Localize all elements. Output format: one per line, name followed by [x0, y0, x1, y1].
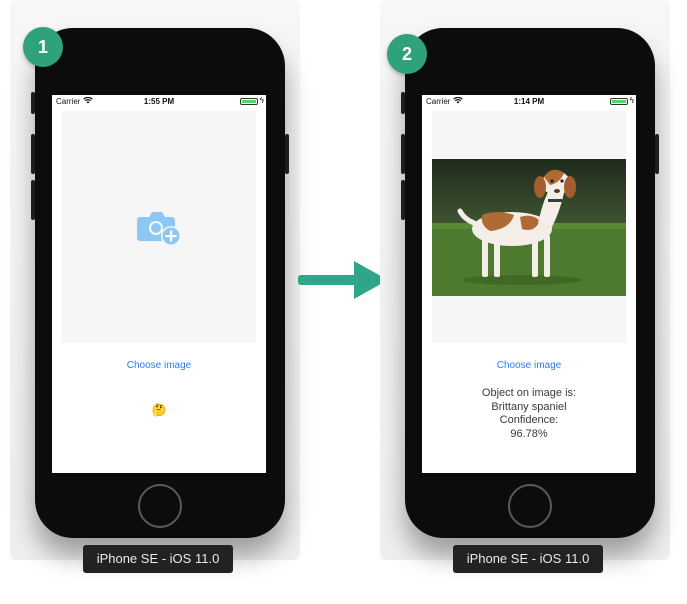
screen: Carrier 1:55 PM ϟ Choose image 🤔	[52, 95, 266, 473]
result-line: Object on image is:	[481, 387, 577, 399]
step-badge: 2	[387, 34, 427, 74]
screen: Carrier 1:14 PM ϟ Choose image Object on…	[422, 95, 636, 473]
home-button[interactable]	[138, 484, 182, 528]
charging-icon: ϟ	[629, 96, 634, 105]
volume-up-button	[31, 134, 35, 174]
result-line: Brittany spaniel	[491, 400, 567, 413]
status-bar: Carrier 1:14 PM ϟ	[422, 95, 636, 109]
choose-image-button[interactable]: Choose image	[52, 360, 266, 371]
charging-icon: ϟ	[259, 96, 264, 105]
image-placeholder[interactable]	[62, 111, 256, 343]
power-button	[285, 134, 289, 174]
device-label: iPhone SE - iOS 11.0	[453, 545, 603, 573]
dog-photo	[432, 159, 626, 296]
volume-up-button	[401, 134, 405, 174]
image-area[interactable]	[432, 111, 626, 343]
right-panel: Carrier 1:14 PM ϟ Choose image Object on…	[370, 0, 680, 604]
result-line: Confidence:	[499, 414, 559, 426]
phone-frame: Carrier 1:55 PM ϟ Choose image 🤔	[31, 28, 289, 538]
device-label: iPhone SE - iOS 11.0	[83, 545, 233, 573]
home-button[interactable]	[508, 484, 552, 528]
step-badge: 1	[23, 27, 63, 67]
volume-down-button	[401, 180, 405, 220]
status-time: 1:14 PM	[513, 97, 545, 106]
choose-image-button[interactable]: Choose image	[422, 360, 636, 371]
result-line: 96.78%	[510, 427, 548, 440]
camera-add-icon[interactable]	[136, 207, 182, 247]
left-panel: Carrier 1:55 PM ϟ Choose image 🤔 iPhone …	[0, 0, 310, 604]
battery-icon	[240, 98, 258, 105]
phone-frame: Carrier 1:14 PM ϟ Choose image Object on…	[401, 28, 659, 538]
volume-down-button	[31, 180, 35, 220]
mute-switch	[31, 92, 35, 114]
status-time: 1:55 PM	[143, 97, 175, 106]
battery-icon	[610, 98, 628, 105]
power-button	[655, 134, 659, 174]
prediction-result: Object on image is: Brittany spaniel Con…	[422, 387, 636, 441]
status-bar: Carrier 1:55 PM ϟ	[52, 95, 266, 109]
thinking-emoji: 🤔	[151, 403, 167, 417]
mute-switch	[401, 92, 405, 114]
